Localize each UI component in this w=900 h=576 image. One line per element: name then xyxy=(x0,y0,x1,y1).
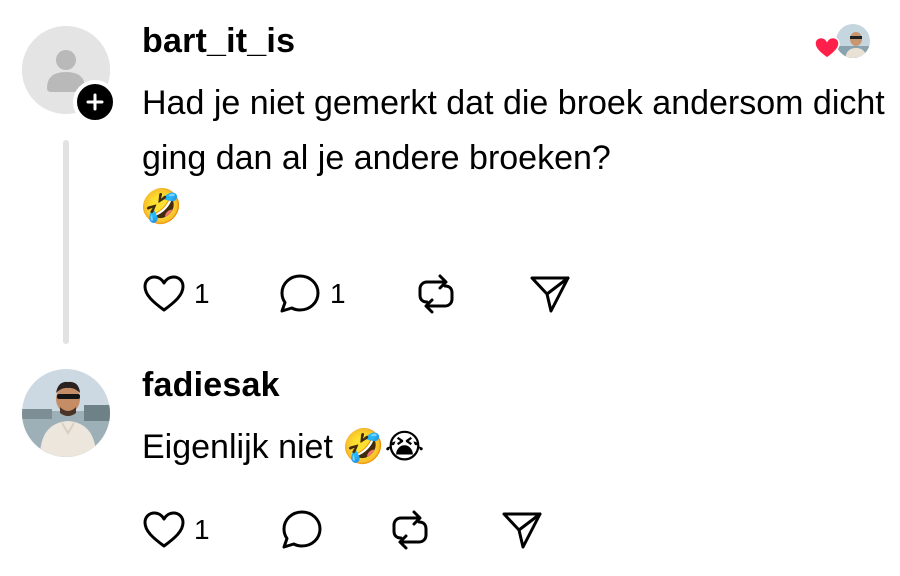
username[interactable]: fadiesak xyxy=(142,366,280,405)
heart-filled-icon xyxy=(814,36,840,59)
comment-2: fadiesak Eigenlijk niet 🤣😭 1 xyxy=(0,350,900,576)
send-icon xyxy=(530,276,570,313)
share-button[interactable] xyxy=(528,272,572,316)
comment-text: Had je niet gemerkt dat die broek anders… xyxy=(142,84,885,177)
author-liked-indicator xyxy=(814,22,874,66)
profile-photo xyxy=(22,369,110,457)
heart-icon xyxy=(143,275,185,312)
repost-icon xyxy=(392,510,428,550)
like-button[interactable]: 1 xyxy=(142,508,210,552)
like-button[interactable]: 1 xyxy=(142,272,210,316)
plus-icon xyxy=(86,93,104,111)
like-count: 1 xyxy=(194,514,210,545)
heart-icon xyxy=(143,511,185,548)
comment-icon xyxy=(280,274,320,313)
comment-icon xyxy=(282,510,322,549)
send-icon xyxy=(502,512,542,549)
repost-button[interactable] xyxy=(388,508,432,552)
reply-button[interactable] xyxy=(280,508,324,552)
like-count: 1 xyxy=(194,278,210,309)
reply-button[interactable]: 1 xyxy=(278,272,346,316)
comment-text: Eigenlijk niet 🤣😭 xyxy=(142,428,425,466)
repost-icon xyxy=(418,274,454,314)
reply-count: 1 xyxy=(330,278,346,309)
emoji-line: 🤣 xyxy=(140,187,182,227)
follow-button[interactable] xyxy=(73,80,117,124)
comment-1: bart_it_is Had je niet gemerkt dat die b… xyxy=(0,0,900,350)
rofl-emoji: 🤣 xyxy=(140,188,183,226)
avatar[interactable] xyxy=(22,369,110,457)
repost-button[interactable] xyxy=(414,272,458,316)
username[interactable]: bart_it_is xyxy=(142,22,295,61)
thread-line xyxy=(63,140,69,344)
share-button[interactable] xyxy=(500,508,544,552)
